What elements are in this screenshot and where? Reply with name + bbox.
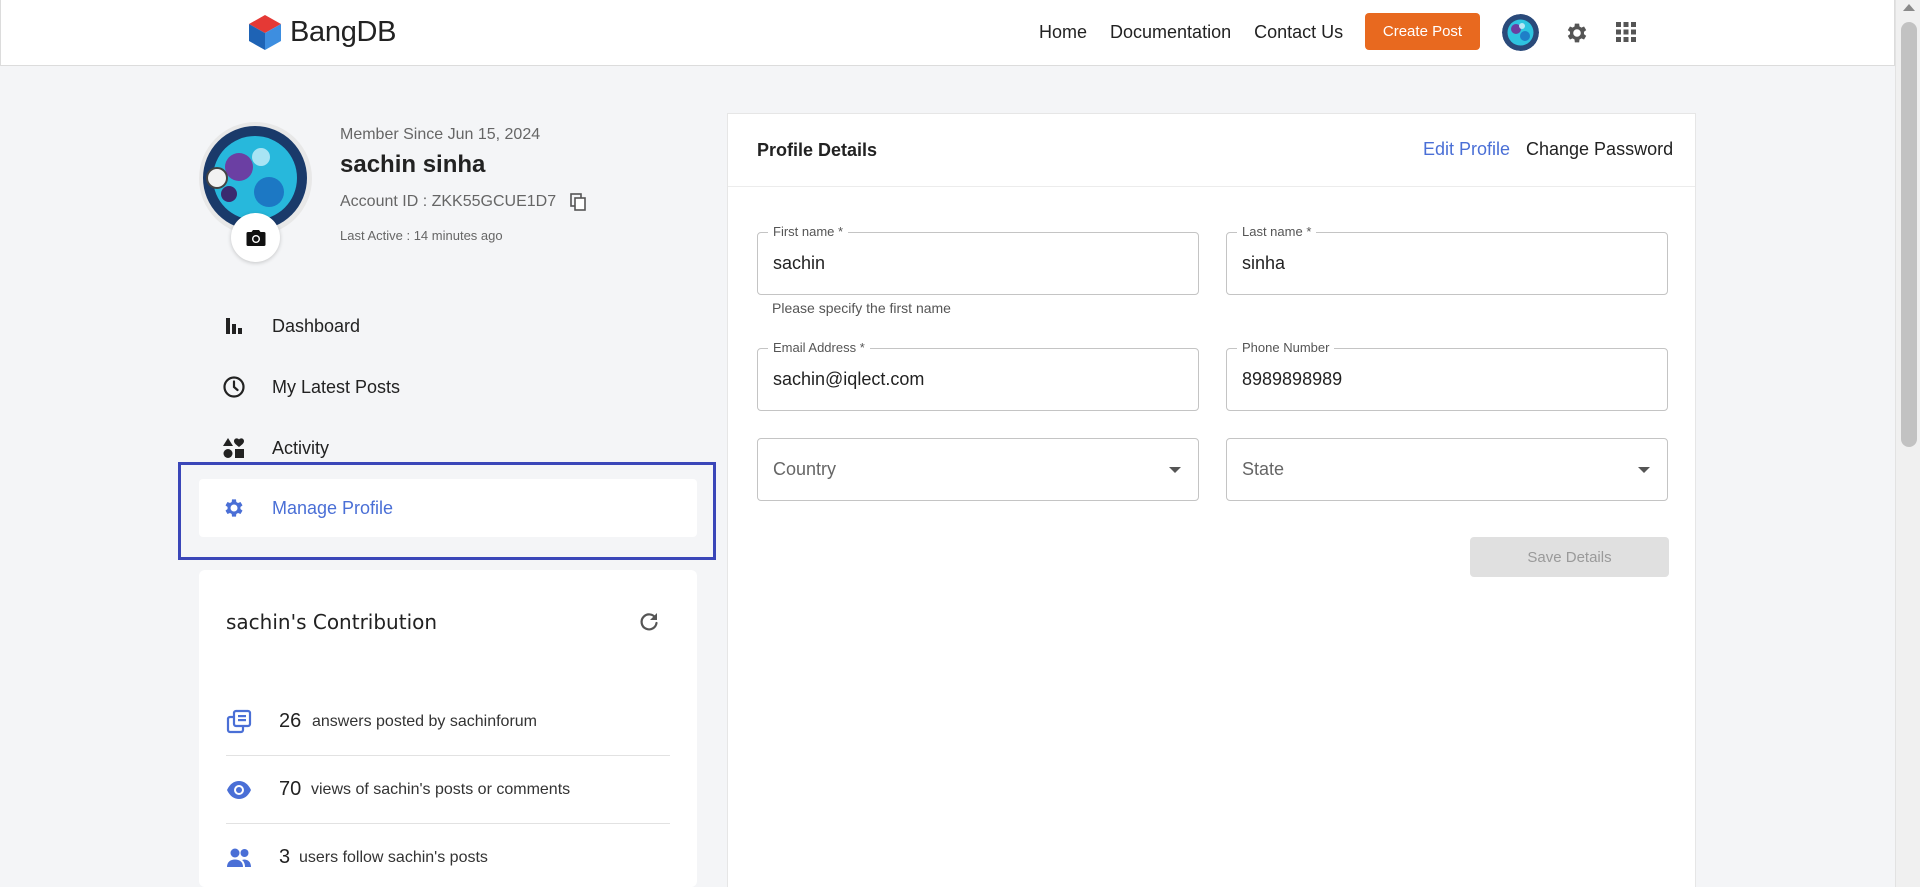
tab-edit-profile[interactable]: Edit Profile [1423, 139, 1510, 160]
sidebar-item-label: My Latest Posts [272, 376, 401, 397]
account-id: Account ID : ZKK55GCUE1D7 [340, 193, 586, 211]
logo[interactable]: BangDB [246, 13, 397, 51]
bar-chart-icon [226, 318, 242, 334]
apps-grid-icon[interactable] [1614, 20, 1638, 44]
contribution-title: sachin's Contribution [226, 610, 438, 634]
save-details-button[interactable]: Save Details [1470, 537, 1669, 577]
profile-name: sachin sinha [340, 151, 486, 178]
sidebar-item-dashboard[interactable]: Dashboard [199, 297, 697, 355]
contribution-card: sachin's Contribution 26 answers posted … [199, 570, 697, 887]
account-id-text: Account ID : ZKK55GCUE1D7 [340, 193, 557, 210]
shapes-icon [223, 438, 244, 458]
scroll-thumb[interactable] [1901, 22, 1917, 447]
stat-description: views of sachin's posts or comments [311, 780, 571, 798]
header-avatar[interactable] [1502, 14, 1539, 51]
stat-answers: 26 answers posted by sachinforum [226, 688, 670, 756]
people-icon [227, 848, 251, 867]
phone-value: 8989898989 [1242, 369, 1343, 389]
panel-title: Profile Details [757, 140, 878, 160]
panel-header: Profile Details Edit Profile Change Pass… [728, 114, 1695, 187]
first-name-helper: Please specify the first name [772, 300, 951, 316]
change-photo-button[interactable] [231, 213, 280, 262]
copy-icon[interactable] [570, 193, 586, 211]
bangdb-logo-icon [249, 15, 281, 50]
last-name-value: sinha [1242, 253, 1286, 273]
last-name-label: Last name * [1237, 224, 1317, 239]
first-name-label: First name * [768, 224, 849, 239]
stat-value: 26 [279, 710, 302, 732]
tab-change-password[interactable]: Change Password [1526, 139, 1673, 160]
stat-views: 70 views of sachin's posts or comments [226, 756, 670, 824]
first-name-field[interactable]: First name * sachin [757, 224, 1199, 295]
library-icon [226, 709, 252, 733]
member-since: Member Since Jun 15, 2024 [340, 126, 541, 143]
email-value: sachin@iqlect.com [773, 369, 925, 389]
selection-highlight [178, 462, 716, 560]
email-field[interactable]: Email Address * sachin@iqlect.com [757, 340, 1199, 411]
sidebar-item-label: Activity [272, 437, 330, 458]
nav-documentation[interactable]: Documentation [1110, 22, 1231, 43]
caret-down-icon [1638, 467, 1650, 473]
top-navbar: BangDB Home Documentation Contact Us Cre… [0, 0, 1895, 66]
country-placeholder: Country [773, 459, 837, 479]
nav-links: Home Documentation Contact Us [1039, 0, 1366, 64]
phone-field[interactable]: Phone Number 8989898989 [1226, 340, 1668, 411]
state-select[interactable]: State [1226, 438, 1668, 501]
stat-value: 70 [279, 778, 302, 800]
profile-details-panel: Profile Details Edit Profile Change Pass… [727, 113, 1696, 887]
page-scrollbar[interactable] [1895, 0, 1920, 887]
eye-icon [227, 780, 251, 799]
stat-description: users follow sachin's posts [299, 848, 488, 866]
first-name-value: sachin [773, 253, 826, 273]
last-active: Last Active : 14 minutes ago [340, 228, 503, 243]
logo-text: BangDB [290, 15, 397, 48]
camera-icon [246, 229, 265, 246]
last-name-field[interactable]: Last name * sinha [1226, 224, 1668, 295]
stat-value: 3 [279, 846, 291, 868]
state-placeholder: State [1242, 459, 1285, 479]
avatar-image [1502, 14, 1539, 51]
refresh-icon[interactable] [637, 610, 661, 634]
nav-home[interactable]: Home [1039, 22, 1087, 43]
phone-label: Phone Number [1237, 340, 1335, 355]
create-post-button[interactable]: Create Post [1365, 13, 1480, 50]
scroll-up-arrow-icon[interactable] [1903, 4, 1915, 11]
settings-gear-icon[interactable] [1564, 20, 1590, 46]
country-select[interactable]: Country [757, 438, 1199, 501]
sidebar-item-label: Dashboard [272, 315, 361, 336]
stat-followers: 3 users follow sachin's posts [226, 824, 670, 887]
stat-description: answers posted by sachinforum [312, 712, 537, 730]
nav-contact-us[interactable]: Contact Us [1254, 22, 1343, 43]
caret-down-icon [1169, 467, 1181, 473]
clock-icon [223, 376, 245, 398]
email-label: Email Address * [768, 340, 870, 355]
sidebar-item-my-latest-posts[interactable]: My Latest Posts [199, 358, 697, 416]
